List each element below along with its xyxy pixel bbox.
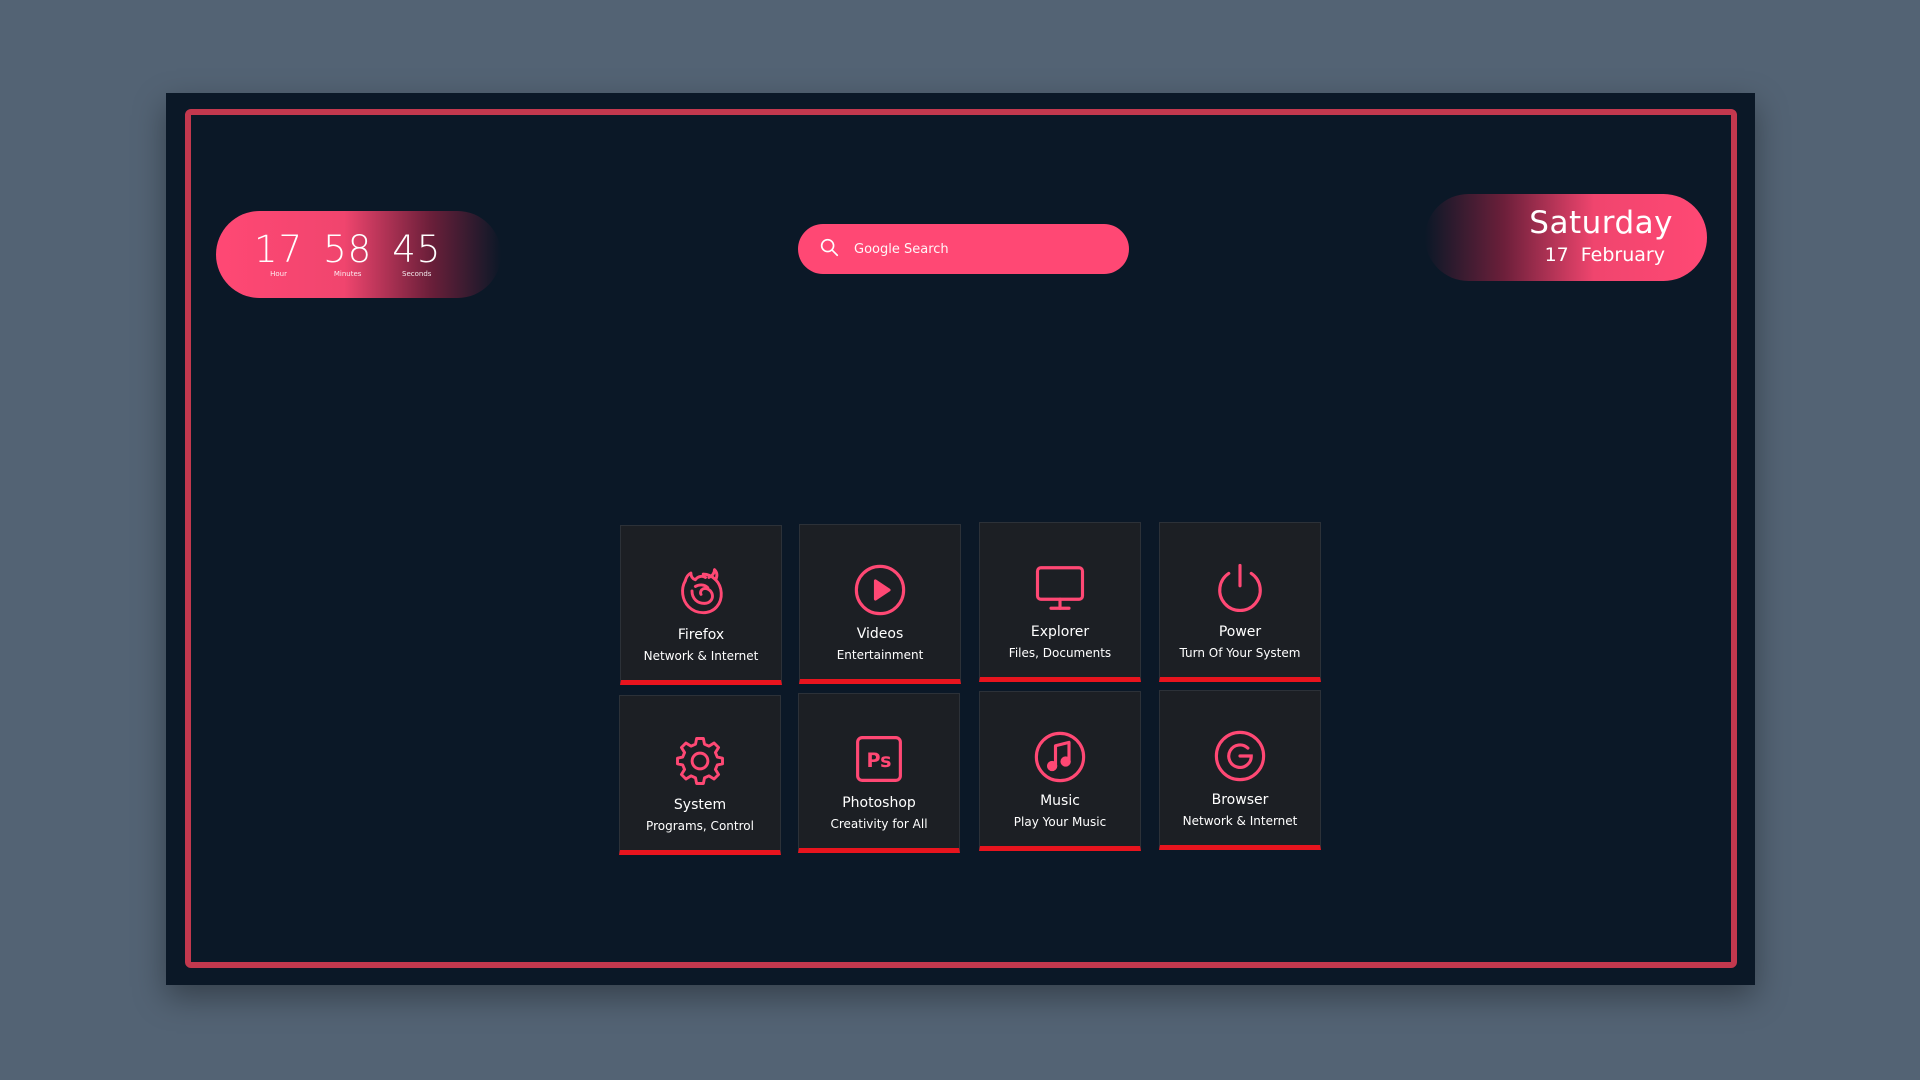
date-date: 17 February	[1544, 244, 1665, 266]
tile-music[interactable]: Music Play Your Music	[979, 691, 1141, 851]
power-icon	[1213, 561, 1267, 615]
svg-text:Ps: Ps	[866, 749, 891, 772]
search-icon	[818, 236, 840, 262]
tile-photoshop[interactable]: Ps Photoshop Creativity for All	[798, 693, 960, 853]
tile-subtitle: Programs, Control	[646, 819, 754, 833]
clock-widget: 17 Hour 58 Minutes 45 Seconds	[216, 211, 501, 298]
tile-system[interactable]: System Programs, Control	[619, 695, 781, 855]
tile-explorer[interactable]: Explorer Files, Documents	[979, 522, 1141, 682]
tile-title: Videos	[856, 626, 904, 642]
tile-title: Explorer	[1030, 624, 1090, 640]
clock-hour-label: Hour	[270, 269, 287, 278]
firefox-icon	[674, 564, 728, 618]
clock-seconds-value: 45	[392, 227, 442, 271]
tile-title: Firefox	[677, 627, 725, 643]
search-input[interactable]	[854, 241, 1114, 257]
clock-minutes-label: Minutes	[333, 269, 362, 278]
clock-hour: 17 Hour	[254, 227, 304, 279]
tile-firefox[interactable]: Firefox Network & Internet	[620, 525, 782, 685]
clock-minutes-value: 58	[323, 227, 373, 271]
date-day: Saturday	[1529, 205, 1673, 241]
tile-title: Music	[1040, 793, 1080, 809]
music-note-icon	[1033, 730, 1087, 784]
tile-title: Power	[1218, 624, 1262, 640]
gear-icon	[673, 734, 727, 788]
tile-power[interactable]: Power Turn Of Your System	[1159, 522, 1321, 682]
tile-subtitle: Creativity for All	[830, 817, 928, 831]
tile-subtitle: Files, Documents	[1008, 646, 1112, 660]
clock-seconds: 45 Seconds	[392, 227, 442, 279]
monitor-icon	[1033, 561, 1087, 615]
tile-subtitle: Network & Internet	[643, 649, 759, 663]
desktop-screen: 17 Hour 58 Minutes 45 Seconds Saturday 1…	[166, 93, 1755, 985]
tile-title: System	[673, 797, 727, 813]
tile-subtitle: Network & Internet	[1182, 814, 1298, 828]
tile-browser[interactable]: Browser Network & Internet	[1159, 690, 1321, 850]
clock-seconds-label: Seconds	[402, 269, 432, 278]
tile-subtitle: Play Your Music	[1013, 815, 1107, 829]
tile-title: Photoshop	[842, 795, 916, 811]
tile-subtitle: Turn Of Your System	[1179, 646, 1301, 660]
tile-subtitle: Entertainment	[836, 648, 924, 662]
clock-minutes: 58 Minutes	[323, 227, 373, 279]
tile-videos[interactable]: Videos Entertainment	[799, 524, 961, 684]
date-widget: Saturday 17 February	[1425, 194, 1707, 281]
clock-hour-value: 17	[254, 227, 304, 271]
play-circle-icon	[853, 563, 907, 617]
google-icon	[1213, 729, 1267, 783]
search-bar[interactable]	[798, 224, 1129, 274]
tile-title: Browser	[1211, 792, 1269, 808]
photoshop-icon: Ps	[852, 732, 906, 786]
